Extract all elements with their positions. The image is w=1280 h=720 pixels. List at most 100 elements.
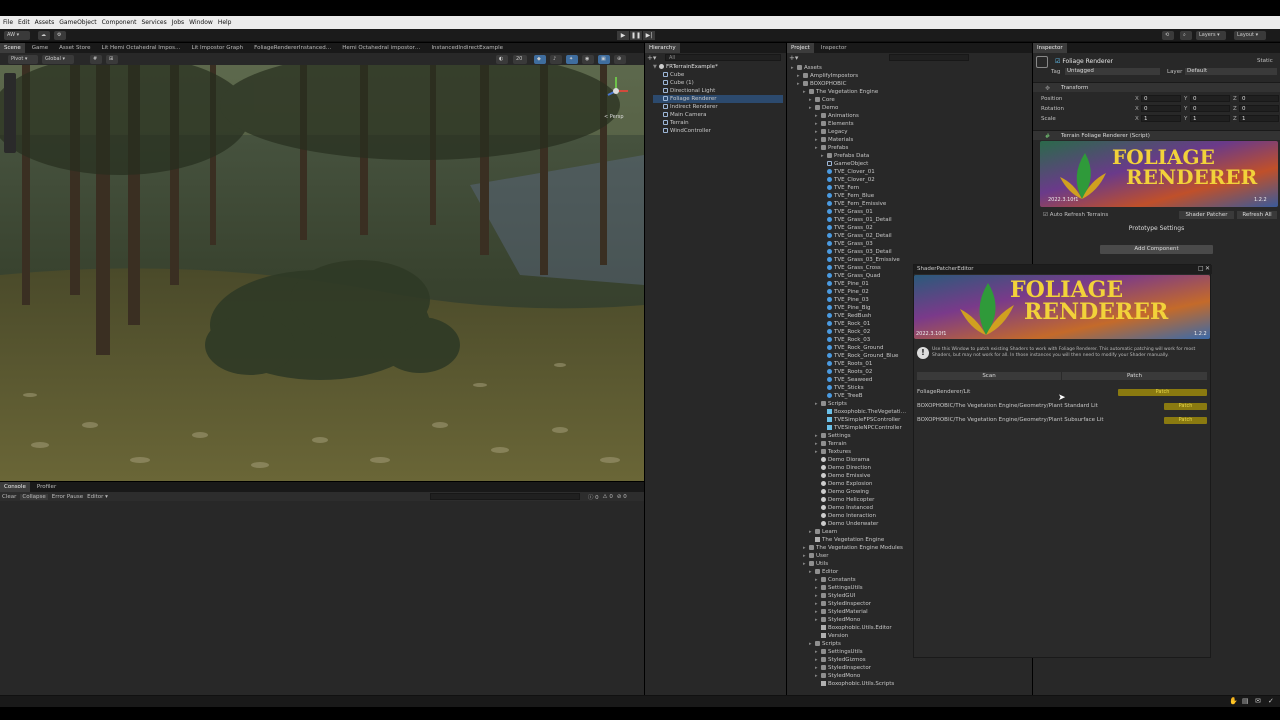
lighting-icon[interactable]: ◆ [534,55,546,64]
project-item[interactable]: ▸ StyledGizmos [791,656,916,664]
project-item[interactable]: ▸ Editor [791,568,916,576]
shader-patcher-button[interactable]: Shader Patcher [1179,211,1234,219]
console-log-area[interactable] [0,501,644,695]
project-item[interactable]: ▸ Prefabs Data [791,152,916,160]
project-item[interactable]: ▸ SettingsUtils [791,584,916,592]
hierarchy-item[interactable]: Main Camera [653,111,783,119]
tab-hierarchy[interactable]: Hierarchy [645,43,680,53]
transform-header[interactable]: ✥ Transform [1033,82,1280,92]
project-item[interactable]: ▸ Demo [791,104,916,112]
project-item[interactable]: Demo Diorama [791,456,916,464]
project-item[interactable]: ▸ Textures [791,448,916,456]
project-item[interactable]: TVESimpleFPSController [791,416,916,424]
project-item[interactable]: ▸ Elements [791,120,916,128]
project-item[interactable]: Demo Instanced [791,504,916,512]
project-item[interactable]: TVE_Grass_Quad [791,272,916,280]
clear-button[interactable]: Clear [2,494,16,500]
scale-y-field[interactable]: 1 [1190,115,1230,122]
grid-size-field[interactable]: 20 [513,55,527,64]
project-item[interactable]: TVE_Pine_03 [791,296,916,304]
hierarchy-item[interactable]: Indirect Renderer [653,103,783,111]
rotation-y-field[interactable]: 0 [1190,105,1230,112]
collapse-button[interactable]: Collapse [20,493,48,500]
project-item[interactable]: TVE_Roots_02 [791,368,916,376]
add-component-button[interactable]: Add Component [1100,245,1213,254]
project-item[interactable]: ▸ StyledGUI [791,592,916,600]
project-item[interactable]: TVE_RedBush [791,312,916,320]
project-item[interactable]: TVE_Roots_01 [791,360,916,368]
project-item[interactable]: TVE_Clover_02 [791,176,916,184]
scale-z-field[interactable]: 1 [1239,115,1279,122]
project-item[interactable]: Demo Growing [791,488,916,496]
project-item[interactable]: TVE_Grass_02 [791,224,916,232]
perspective-label[interactable]: < Persp [604,114,624,120]
menu-item-jobs[interactable]: Jobs [172,19,184,26]
prototype-settings-header[interactable]: Prototype Settings [1033,223,1280,235]
project-item[interactable]: TVE_Sticks [791,384,916,392]
audio-icon[interactable]: ♪ [550,55,562,64]
play-button[interactable]: ▶ [617,31,629,40]
status-progress-icon[interactable]: ▤ [1242,697,1249,705]
camera-icon[interactable]: ▣ [598,55,610,64]
project-item[interactable]: TVE_Rock_01 [791,320,916,328]
project-item[interactable]: TVE_Grass_02_Detail [791,232,916,240]
menu-item-file[interactable]: File [3,19,13,26]
project-item[interactable]: ▸ Constants [791,576,916,584]
project-item[interactable]: ▸ Assets [791,64,916,72]
hierarchy-item[interactable]: WindController [653,127,783,135]
pivot-dropdown[interactable]: Pivot ▾ [8,55,38,64]
status-bell-icon[interactable]: ✉ [1255,697,1261,705]
hierarchy-item[interactable]: Cube [653,71,783,79]
hierarchy-item[interactable]: Cube (1) [653,79,783,87]
project-item[interactable]: Demo Direction [791,464,916,472]
hierarchy-item[interactable]: Directional Light [653,87,783,95]
project-item[interactable]: TVE_Rock_Ground_Blue [791,352,916,360]
project-search-input[interactable] [889,54,969,61]
tab-scene-7[interactable]: InstancedIndirectExample [427,43,507,53]
orientation-gizmo[interactable] [602,73,632,107]
static-toggle[interactable]: Static [1257,58,1273,64]
project-item[interactable]: Demo Emissive [791,472,916,480]
project-item[interactable]: TVE_Rock_Ground [791,344,916,352]
project-item[interactable]: TVE_Grass_03_Detail [791,248,916,256]
script-header[interactable]: # Terrain Foliage Renderer (Script) [1033,130,1280,140]
scale-x-field[interactable]: 1 [1141,115,1181,122]
project-item[interactable]: TVESimpleNPCController [791,424,916,432]
project-item[interactable]: TVE_Grass_Cross [791,264,916,272]
project-item[interactable]: ▸ StyledMaterial [791,608,916,616]
error-pause-button[interactable]: Error Pause [52,494,83,500]
scene-root-row[interactable]: ▼ FRTerrainExample* [653,63,783,71]
tag-dropdown[interactable]: Untagged [1065,68,1160,75]
project-item[interactable]: Demo Interaction [791,512,916,520]
project-item[interactable]: ▸ SettingsUtils [791,648,916,656]
status-activity-icon[interactable]: ✋ [1229,697,1238,705]
close-icon[interactable]: ✕ [1205,265,1210,272]
menu-item-edit[interactable]: Edit [18,19,30,26]
patch-all-button[interactable]: Patch [1062,372,1207,380]
project-item[interactable]: ▸ Animations [791,112,916,120]
add-icon[interactable]: +▾ [647,54,656,62]
rotation-z-field[interactable]: 0 [1239,105,1279,112]
layer-dropdown[interactable]: Default [1185,68,1277,75]
tab-console[interactable]: Console [0,482,30,492]
tab-scene-3[interactable]: Lit Hemi Octahedral Impos… [97,43,184,53]
status-settings-icon[interactable]: ✓ [1268,697,1274,705]
project-item[interactable]: ▸ BOXOPHOBIC [791,80,916,88]
project-item[interactable]: Boxophobic.TheVegetati… [791,408,916,416]
project-item[interactable]: ▸ Legacy [791,128,916,136]
project-item[interactable]: ▸ Materials [791,136,916,144]
menu-item-help[interactable]: Help [218,19,232,26]
menu-item-assets[interactable]: Assets [35,19,55,26]
hierarchy-search-input[interactable]: All [665,54,781,61]
project-item[interactable]: ▸ The Vegetation Engine [791,88,916,96]
position-x-field[interactable]: 0 [1141,95,1181,102]
project-item[interactable]: ▸ StyledMono [791,616,916,624]
shader-patch-button[interactable]: Patch [1164,403,1207,410]
grid-icon[interactable]: # [90,55,102,64]
menu-item-services[interactable]: Services [141,19,166,26]
project-item[interactable]: ▸ Settings [791,432,916,440]
tab-scene-1[interactable]: Game [28,43,52,53]
scene-view[interactable]: < Persp [0,65,644,481]
project-item[interactable]: ▸ Terrain [791,440,916,448]
project-item[interactable]: TVE_Grass_01_Detail [791,216,916,224]
